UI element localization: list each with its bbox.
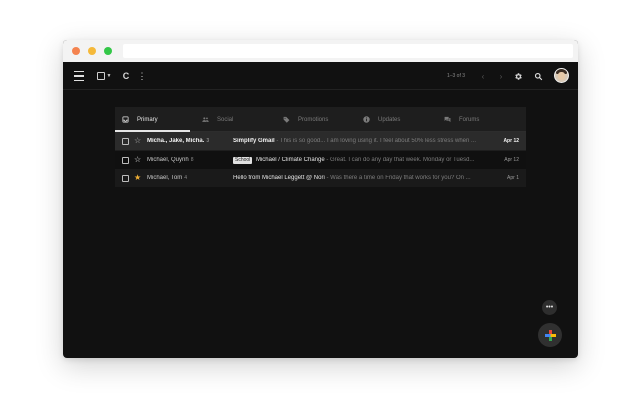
list-item[interactable]: ☆ Michael, Quynh 8 School Michael / Clima… xyxy=(115,151,526,169)
star-icon[interactable]: ☆ xyxy=(134,156,141,164)
email-date: Apr 12 xyxy=(504,157,519,163)
email-content: Simplify Gmail - This is so good... I am… xyxy=(233,138,483,144)
label-badge[interactable]: School xyxy=(233,156,253,164)
row-checkbox[interactable] xyxy=(122,156,129,164)
forum-icon xyxy=(444,116,451,123)
inbox-icon xyxy=(122,116,129,123)
gear-icon[interactable] xyxy=(513,62,523,90)
compose-button[interactable] xyxy=(538,323,562,347)
previous-page-icon[interactable]: ‹ xyxy=(479,62,487,90)
star-icon[interactable]: ☆ xyxy=(134,137,141,145)
list-item[interactable]: ★ Michael, Tom 4 Hello from Michael Legge… xyxy=(115,169,526,187)
email-date: Apr 1 xyxy=(507,175,519,181)
tab-label: Primary xyxy=(137,116,158,123)
tab-promotions[interactable]: Promotions xyxy=(283,107,328,132)
chevron-down-icon: ▼ xyxy=(106,73,112,79)
tab-updates[interactable]: Updates xyxy=(363,107,400,132)
gmail-toolbar: ▼ C ⋮ 1–3 of 3 ‹ › xyxy=(63,62,578,90)
tab-forums[interactable]: Forums xyxy=(444,107,479,132)
row-checkbox[interactable] xyxy=(122,137,129,145)
star-icon[interactable]: ★ xyxy=(134,174,141,182)
email-sender: Michael, Tom 4 xyxy=(147,175,232,181)
next-page-icon[interactable]: › xyxy=(497,62,505,90)
list-item[interactable]: ☆ Micha., Jake, Micha. 3 Simplify Gmail -… xyxy=(115,132,526,150)
tab-primary[interactable]: Primary xyxy=(122,107,158,132)
tag-icon xyxy=(283,116,290,123)
hamburger-icon[interactable] xyxy=(73,62,85,90)
row-checkbox[interactable] xyxy=(122,174,129,182)
email-content: Hello from Michael Leggett @ Nori - Was … xyxy=(233,175,483,181)
more-options-icon[interactable]: ⋮ xyxy=(138,62,147,90)
inbox-panel: Primary Social Promotions Updates Forums… xyxy=(115,107,526,187)
close-window-dot[interactable] xyxy=(72,47,80,55)
tab-label: Promotions xyxy=(298,116,329,123)
tab-label: Updates xyxy=(378,116,401,123)
plus-icon xyxy=(544,329,556,341)
email-subject: Simplify Gmail xyxy=(233,138,275,144)
maximize-window-dot[interactable] xyxy=(104,47,112,55)
tab-label: Social xyxy=(217,116,234,123)
email-snippet: - Was there a time on Friday that works … xyxy=(326,175,471,181)
email-snippet: - Great. I can do any day that week. Mon… xyxy=(326,156,475,163)
category-tabs: Primary Social Promotions Updates Forums xyxy=(115,107,526,132)
thread-count: 8 xyxy=(190,157,194,163)
email-content: School Michael / Climate Change - Great.… xyxy=(233,156,483,164)
browser-window: ▼ C ⋮ 1–3 of 3 ‹ › Primary Social Promot… xyxy=(63,40,578,358)
sender-name: Michael, Quynh xyxy=(147,157,189,163)
email-subject: Michael / Climate Change xyxy=(255,156,325,163)
thread-count: 3 xyxy=(206,138,210,144)
refresh-icon[interactable]: C xyxy=(121,62,131,90)
email-date: Apr 12 xyxy=(503,138,519,144)
info-icon xyxy=(363,116,370,123)
sender-name: Michael, Tom xyxy=(147,175,183,181)
thread-count: 4 xyxy=(184,175,188,181)
people-icon xyxy=(202,116,209,123)
email-snippet: - This is so good... I am loving using i… xyxy=(276,138,477,144)
tab-label: Forums xyxy=(459,116,480,123)
email-sender: Micha., Jake, Micha. 3 xyxy=(147,138,232,144)
search-icon[interactable] xyxy=(533,62,543,90)
address-bar[interactable] xyxy=(123,44,573,58)
message-count: 1–3 of 3 xyxy=(446,73,466,79)
more-actions-button[interactable]: ••• xyxy=(542,300,557,315)
tab-social[interactable]: Social xyxy=(202,107,233,132)
minimize-window-dot[interactable] xyxy=(88,47,96,55)
title-bar xyxy=(63,40,578,62)
email-sender: Michael, Quynh 8 xyxy=(147,157,232,163)
checkbox-icon xyxy=(96,72,105,80)
email-subject: Hello from Michael Leggett @ Nori xyxy=(233,175,325,181)
sender-name: Micha., Jake, Micha. xyxy=(147,138,205,144)
avatar[interactable] xyxy=(554,68,569,83)
select-all-checkbox[interactable]: ▼ xyxy=(96,62,112,90)
